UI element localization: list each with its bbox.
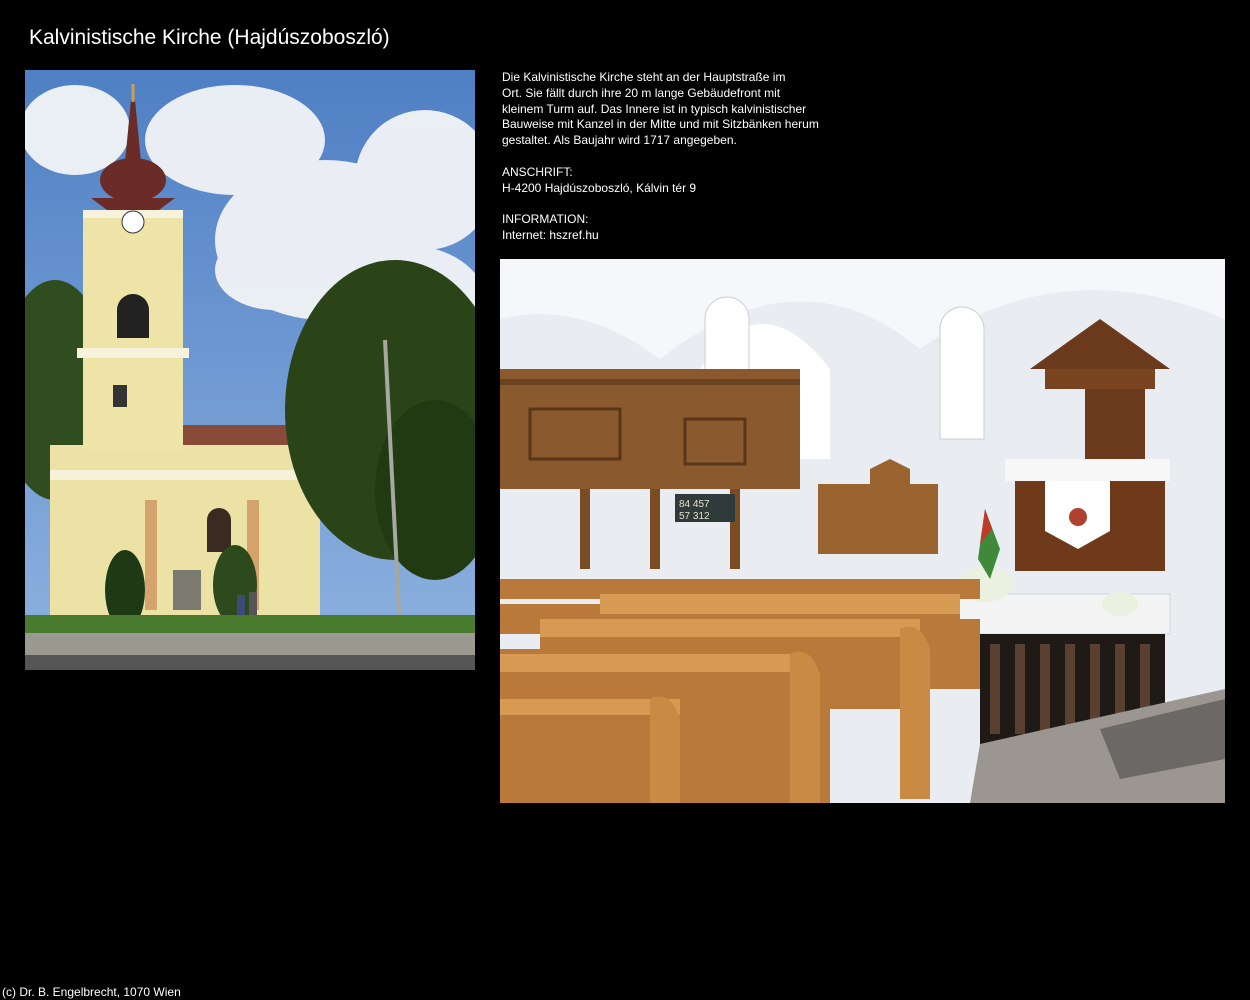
address-label: ANSCHRIFT:	[502, 164, 573, 179]
address-value: H-4200 Hajdúszoboszló, Kálvin tér 9	[502, 180, 697, 195]
church-exterior-photo	[25, 70, 475, 670]
page-title: Kalvinistische Kirche (Hajdúszoboszló)	[29, 26, 390, 49]
copyright-footer: (c) Dr. B. Engelbrecht, 1070 Wien	[2, 985, 181, 999]
description-line: Bauweise mit Kanzel in der Mitte und mit…	[502, 117, 819, 132]
description-block: Die Kalvinistische Kirche steht an der H…	[502, 70, 832, 260]
description-line: Ort. Sie fällt durch ihre 20 m lange Geb…	[502, 85, 781, 100]
hymn-board-row2: 57 312	[679, 511, 710, 522]
address-section: ANSCHRIFT: H-4200 Hajdúszoboszló, Kálvin…	[502, 165, 832, 197]
information-section: INFORMATION: Internet: hszref.hu	[502, 212, 832, 244]
description-line: Die Kalvinistische Kirche steht an der H…	[502, 70, 786, 84]
hymn-board-row1: 84 457	[679, 499, 710, 510]
information-link[interactable]: Internet: hszref.hu	[502, 228, 832, 244]
church-interior-photo: 84 457 57 312	[500, 259, 1225, 803]
information-label: INFORMATION:	[502, 212, 589, 227]
description-line: kleinem Turm auf. Das Innere ist in typi…	[502, 101, 807, 116]
description-line: gestaltet. Als Baujahr wird 1717 angegeb…	[502, 133, 737, 148]
description-paragraph: Die Kalvinistische Kirche steht an der H…	[502, 70, 832, 149]
